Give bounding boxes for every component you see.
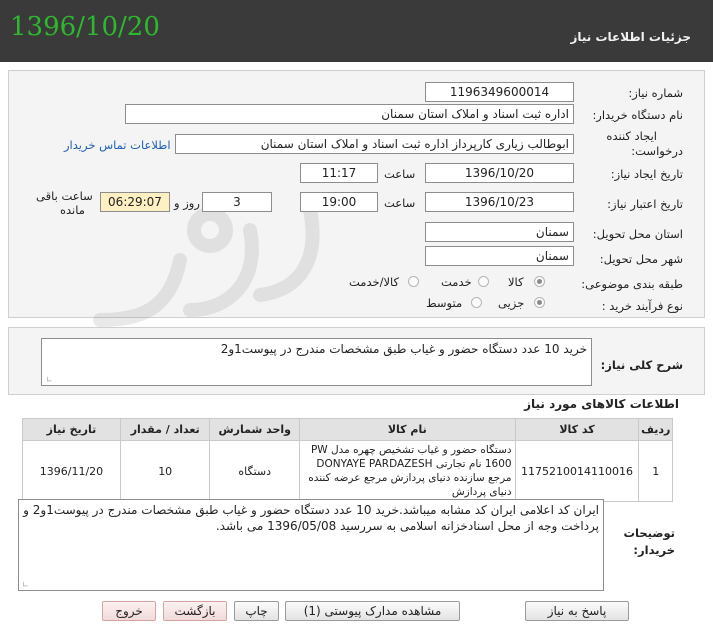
province-label: استان محل تحویل: [592, 227, 683, 241]
cell-code: 1175210014110016 [514, 440, 640, 502]
page-header: 1396/10/20 جزئیات اطلاعات نیاز [0, 0, 713, 62]
process-option-minor: جزیی [498, 296, 525, 310]
remaining-label-2: مانده [60, 203, 85, 217]
creator-label-2: درخواست: [631, 144, 683, 158]
buyer-notes-textarea: ایران کد اعلامی ایران کد مشابه میباشد.خر… [18, 499, 604, 591]
summary-textarea: خرید 10 عدد دستگاه حضور و غیاب طبق مشخصا… [41, 338, 592, 386]
validity-time-label: ساعت [384, 196, 416, 210]
reply-button[interactable]: پاسخ به نیاز [525, 601, 629, 621]
city-label: شهر محل تحویل: [599, 252, 683, 266]
creator-field: ابوطالب زیاری کارپرداز اداره ثبت اسناد و… [175, 134, 574, 154]
validity-time-field: 19:00 [300, 192, 378, 212]
cell-date: 1396/11/20 [22, 440, 121, 502]
buyer-notes-resize-handle[interactable]: ∟ [22, 580, 29, 589]
category-radio-goods-service[interactable] [408, 276, 419, 287]
buyer-contact-link[interactable]: اطلاعات تماس خریدار [64, 138, 171, 152]
remaining-time-field: 06:29:07 [100, 192, 170, 212]
city-field: سمنان [425, 246, 574, 266]
validity-date-label: تاریخ اعتبار نیاز: [607, 197, 683, 211]
items-section-title: اطلاعات کالاهای مورد نیاز [524, 397, 679, 411]
back-button[interactable]: بازگشت [163, 601, 227, 621]
process-radio-minor[interactable] [534, 297, 545, 308]
created-time-field: 11:17 [300, 163, 378, 183]
col-name: نام کالا [299, 418, 516, 441]
view-attachments-button[interactable]: مشاهده مدارک پیوستی (1) [285, 601, 460, 621]
print-button[interactable]: چاپ [234, 601, 279, 621]
province-field: سمنان [425, 222, 574, 242]
created-time-label: ساعت [384, 167, 416, 181]
items-header-row: ردیف کد کالا نام کالا واحد شمارش تعداد /… [22, 418, 673, 441]
validity-date-field: 1396/10/23 [425, 192, 574, 212]
buyer-notes-label-1: توضیحات [623, 526, 676, 540]
created-date-label: تاریخ ایجاد نیاز: [610, 167, 683, 181]
col-date: تاریخ نیاز [22, 418, 121, 441]
table-row[interactable]: 1 1175210014110016 دستگاه حضور و غیاب تش… [22, 440, 673, 502]
summary-resize-handle[interactable]: ∟ [46, 375, 53, 384]
col-code: کد کالا [514, 418, 640, 441]
created-date-field: 1396/10/20 [425, 163, 574, 183]
need-number-field: 1196349600014 [425, 82, 574, 102]
col-qty: تعداد / مقدار [119, 418, 211, 441]
creator-label-1: ایجاد کننده [606, 129, 657, 143]
cell-unit: دستگاه [209, 440, 301, 502]
buyer-notes-label-2: خریدار: [633, 543, 675, 557]
category-radio-service[interactable] [478, 276, 489, 287]
remaining-days-field: 3 [202, 192, 272, 212]
page-title: جزئیات اطلاعات نیاز [570, 30, 691, 44]
buyer-org-label: نام دستگاه خریدار: [592, 108, 683, 122]
summary-label: شرح کلی نیاز: [600, 358, 683, 372]
process-radio-medium[interactable] [471, 297, 482, 308]
process-option-medium: متوسط [426, 296, 463, 310]
remaining-label-1: ساعت باقی [36, 189, 93, 203]
category-label: طبقه بندی موضوعی: [581, 277, 683, 291]
category-radio-goods[interactable] [534, 276, 545, 287]
col-unit: واحد شمارش [209, 418, 301, 441]
col-row: ردیف [638, 418, 673, 441]
cell-qty: 10 [119, 440, 211, 502]
need-number-label: شماره نیاز: [628, 86, 683, 100]
cell-row: 1 [638, 440, 673, 502]
days-label: روز و [174, 196, 200, 210]
category-option-goods: کالا [508, 275, 524, 289]
exit-button[interactable]: خروج [102, 601, 156, 621]
header-date: 1396/10/20 [10, 12, 160, 42]
buyer-org-field: اداره ثبت اسناد و املاک استان سمنان [125, 104, 574, 124]
cell-name: دستگاه حضور و غیاب تشخیص چهره مدل PW 160… [299, 440, 516, 502]
category-option-goods-service: کالا/خدمت [349, 275, 400, 289]
items-table: ردیف کد کالا نام کالا واحد شمارش تعداد /… [22, 418, 673, 502]
process-label: نوع فرآیند خرید : [601, 299, 683, 313]
category-option-service: خدمت [441, 275, 472, 289]
